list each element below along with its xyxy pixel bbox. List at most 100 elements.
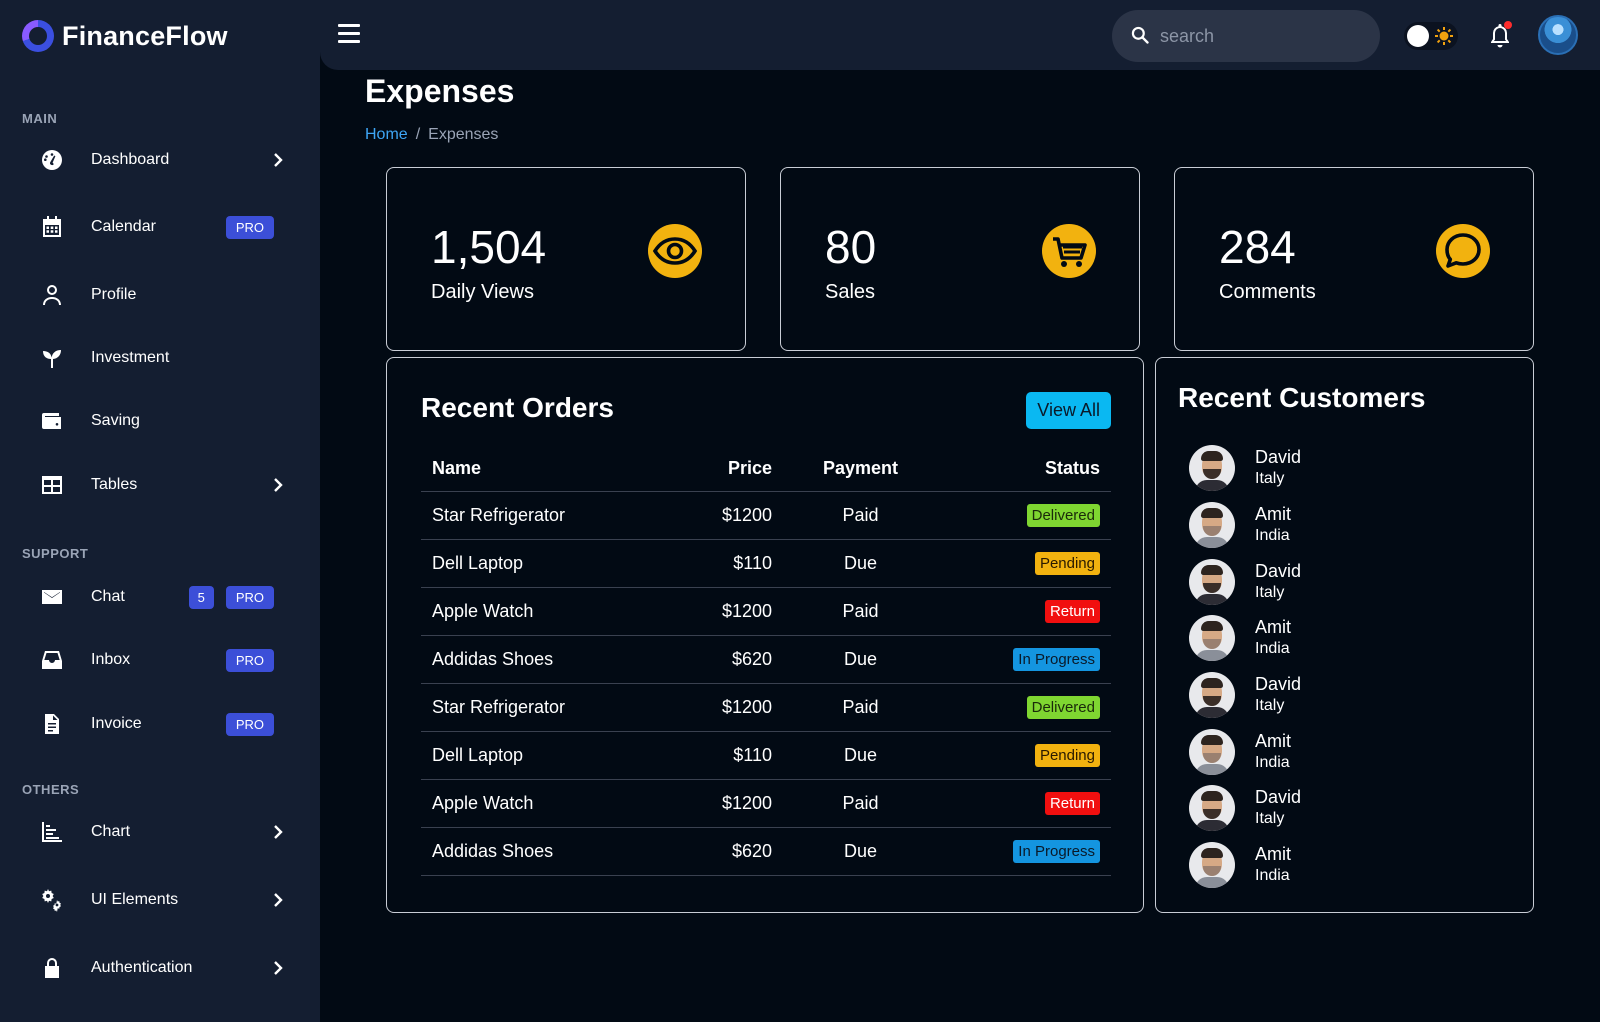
sidebar-item-label: Invoice — [91, 715, 142, 732]
chevron-right-icon — [270, 152, 286, 168]
notification-bell-icon[interactable] — [1488, 21, 1512, 48]
sidebar-item-inbox[interactable]: Inbox PRO — [40, 640, 290, 680]
table-row[interactable]: Dell Laptop $110 Due Pending — [421, 732, 1111, 780]
app-logo[interactable]: FinanceFlow — [22, 18, 228, 54]
customer-country: India — [1255, 527, 1290, 545]
customer-country: India — [1255, 753, 1290, 771]
status-badge: Pending — [1034, 552, 1100, 575]
sidebar-item-label: Chart — [91, 823, 131, 840]
lock-icon — [40, 956, 76, 980]
sidebar-item-dashboard[interactable]: Dashboard — [40, 140, 290, 180]
order-payment: Due — [843, 649, 878, 669]
table-row[interactable]: Star Refrigerator $1200 Paid Delivered — [421, 492, 1111, 540]
breadcrumb-home-link[interactable]: Home — [365, 126, 408, 144]
avatar — [1189, 785, 1235, 832]
eye-icon — [647, 223, 703, 279]
sidebar-item-chart[interactable]: Chart — [40, 812, 290, 852]
order-name: Apple Watch — [432, 601, 534, 621]
order-price: $1200 — [721, 601, 772, 621]
chevron-right-icon — [270, 960, 286, 976]
list-item[interactable]: David Italy — [1189, 780, 1301, 837]
chevron-right-icon — [270, 824, 286, 840]
invoice-icon — [40, 712, 76, 736]
section-title-main: MAIN — [22, 111, 58, 126]
page-title: Expenses — [365, 73, 515, 109]
pro-badge: PRO — [225, 585, 274, 609]
stat-value: 284 — [1219, 221, 1296, 273]
avatar — [1189, 615, 1235, 662]
user-avatar[interactable] — [1538, 15, 1578, 55]
sidebar-item-authentication[interactable]: Authentication — [40, 948, 290, 988]
list-item[interactable]: David Italy — [1189, 553, 1301, 610]
search-input[interactable] — [1160, 25, 1350, 47]
topbar — [320, 0, 1600, 70]
avatar — [1189, 558, 1235, 605]
table-row[interactable]: Dell Laptop $110 Due Pending — [421, 540, 1111, 588]
customer-country: Italy — [1255, 810, 1285, 828]
sidebar-item-ui-elements[interactable]: UI Elements — [40, 880, 290, 920]
customer-name: David — [1255, 447, 1302, 468]
customer-country: Italy — [1255, 697, 1285, 715]
orders-table: Name Price Payment Status Star Refrigera… — [421, 446, 1111, 876]
stat-label: Comments — [1219, 281, 1316, 303]
order-name: Dell Laptop — [432, 745, 524, 765]
sidebar-item-calendar[interactable]: Calendar PRO — [40, 207, 290, 247]
column-header-payment: Payment — [822, 458, 899, 478]
stat-value: 1,504 — [431, 221, 547, 273]
customer-name: Amit — [1255, 844, 1291, 865]
pro-badge: PRO — [225, 648, 274, 672]
breadcrumb-separator: / — [415, 126, 421, 143]
sidebar-item-label: UI Elements — [91, 891, 179, 908]
list-item[interactable]: David Italy — [1189, 667, 1301, 724]
envelope-icon — [40, 585, 76, 609]
view-all-button[interactable]: View All — [1026, 392, 1111, 429]
sidebar-item-label: Chat — [91, 588, 125, 605]
order-price: $1200 — [721, 793, 772, 813]
stat-value: 80 — [825, 221, 877, 273]
avatar — [1189, 445, 1235, 492]
list-item[interactable]: Amit India — [1189, 723, 1301, 780]
customer-name: Amit — [1255, 730, 1291, 751]
order-name: Dell Laptop — [432, 553, 524, 573]
table-row[interactable]: Star Refrigerator $1200 Paid Delivered — [421, 684, 1111, 732]
status-badge: Pending — [1034, 744, 1100, 767]
menu-toggle-icon[interactable] — [338, 24, 360, 46]
customer-name: Amit — [1255, 617, 1291, 638]
search-bar[interactable] — [1112, 10, 1380, 62]
sidebar-item-profile[interactable]: Profile — [40, 275, 290, 315]
list-item[interactable]: Amit India — [1189, 497, 1301, 554]
inbox-icon — [40, 648, 76, 672]
avatar — [1189, 672, 1235, 719]
list-item[interactable]: Amit India — [1189, 837, 1301, 894]
avatar — [1189, 842, 1235, 889]
table-row[interactable]: Addidas Shoes $620 Due In Progress — [421, 636, 1111, 684]
sidebar-item-saving[interactable]: Saving — [40, 401, 290, 441]
customer-list: David Italy Amit India David Italy Amit Indi… — [1189, 440, 1301, 894]
count-badge: 5 — [188, 585, 214, 609]
sidebar-item-chat[interactable]: Chat 5 PRO — [40, 577, 290, 617]
sidebar-item-tables[interactable]: Tables — [40, 465, 290, 505]
theme-toggle[interactable] — [1404, 22, 1458, 50]
order-payment: Due — [843, 553, 878, 573]
card-title: Recent Orders — [421, 392, 614, 423]
status-badge: In Progress — [1013, 648, 1100, 671]
customer-name: David — [1255, 674, 1302, 695]
comment-icon — [1435, 223, 1491, 279]
order-price: $620 — [731, 649, 772, 669]
sidebar-item-label: Authentication — [91, 959, 193, 976]
dashboard-icon — [40, 148, 76, 172]
list-item[interactable]: David Italy — [1189, 440, 1301, 497]
card-title: Recent Customers — [1178, 382, 1426, 413]
table-row[interactable]: Apple Watch $1200 Paid Return — [421, 588, 1111, 636]
table-row[interactable]: Addidas Shoes $620 Due In Progress — [421, 828, 1111, 876]
sidebar-item-investment[interactable]: Investment — [40, 338, 290, 378]
order-payment: Due — [843, 841, 878, 861]
order-payment: Paid — [842, 601, 879, 621]
sidebar: FinanceFlow MAIN Dashboard Calendar PRO … — [0, 0, 320, 1022]
section-title-support: SUPPORT — [22, 546, 89, 561]
list-item[interactable]: Amit India — [1189, 610, 1301, 667]
stat-label: Daily Views — [431, 281, 534, 303]
sidebar-item-invoice[interactable]: Invoice PRO — [40, 704, 290, 744]
table-row[interactable]: Apple Watch $1200 Paid Return — [421, 780, 1111, 828]
recent-customers-card: Recent Customers David Italy Amit India Da… — [1155, 357, 1534, 913]
